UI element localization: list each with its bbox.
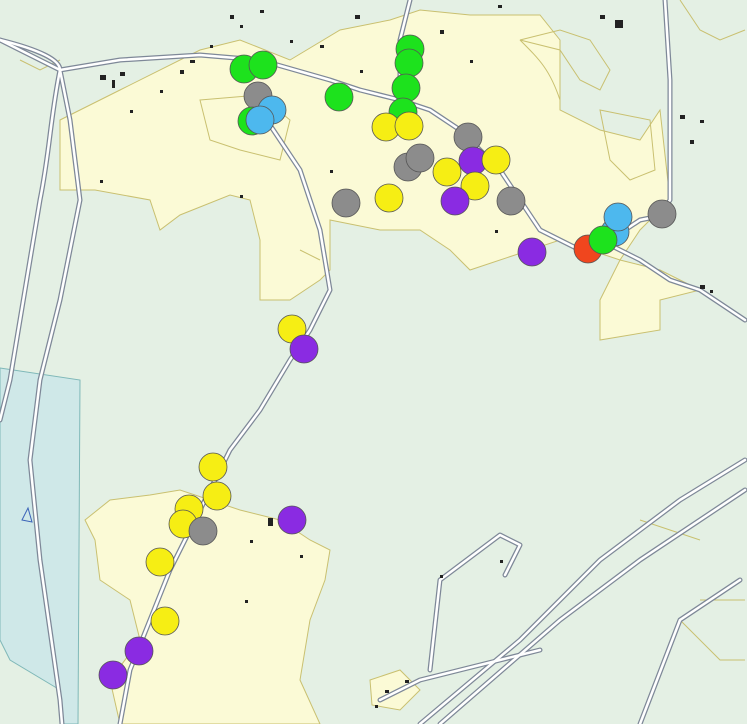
marker-yellow[interactable] [394,111,424,141]
marker-yellow[interactable] [202,481,232,511]
marker-green[interactable] [394,48,424,78]
marker-gray[interactable] [453,122,483,152]
marker-green[interactable] [324,82,354,112]
marker-purple[interactable] [277,505,307,535]
marker-purple[interactable] [289,334,319,364]
map-view[interactable] [0,0,747,724]
marker-blue[interactable] [245,105,275,135]
marker-yellow[interactable] [374,183,404,213]
marker-green[interactable] [248,50,278,80]
marker-yellow[interactable] [150,606,180,636]
marker-purple[interactable] [124,636,154,666]
marker-purple[interactable] [98,660,128,690]
marker-gray[interactable] [496,186,526,216]
marker-purple[interactable] [440,186,470,216]
marker-blue[interactable] [603,202,633,232]
marker-gray[interactable] [647,199,677,229]
marker-yellow[interactable] [145,547,175,577]
marker-yellow[interactable] [198,452,228,482]
marker-gray[interactable] [331,188,361,218]
marker-gray[interactable] [405,143,435,173]
map-canvas[interactable] [0,0,747,724]
marker-green[interactable] [391,73,421,103]
marker-gray[interactable] [188,516,218,546]
marker-yellow[interactable] [432,157,462,187]
marker-purple[interactable] [517,237,547,267]
marker-yellow[interactable] [481,145,511,175]
